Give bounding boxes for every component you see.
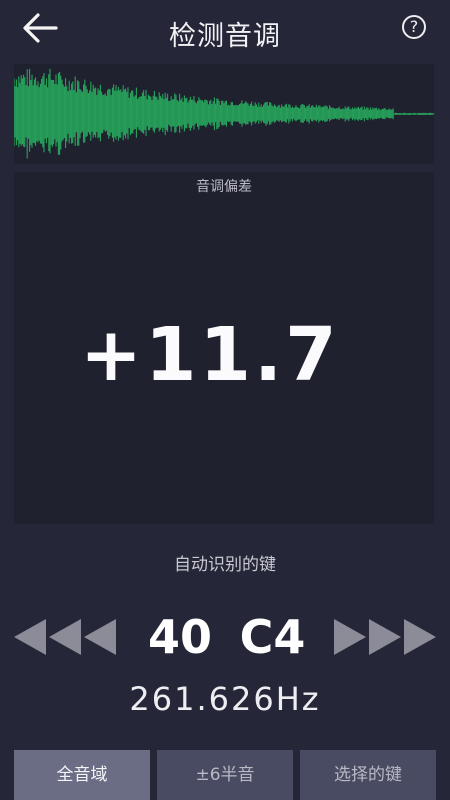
tab-full-range[interactable]: 全音域 — [14, 750, 150, 800]
header: 检测音调 ? — [0, 0, 450, 62]
pitch-deviation-value: +11.7 — [80, 312, 340, 398]
waveform-trace — [14, 68, 434, 159]
page-title: 检测音调 — [169, 21, 281, 52]
pitch-deviation-panel: 音调偏差 +11.7 — [14, 172, 434, 524]
range-mode-tabs: 全音域 ±6半音 选择的键 — [14, 750, 436, 800]
tab-selected-key[interactable]: 选择的键 — [300, 750, 436, 800]
previous-key-arrows-icon[interactable] — [14, 617, 116, 657]
next-key-arrows-icon[interactable] — [334, 617, 436, 657]
key-name: C4 — [239, 610, 306, 664]
tab-six-semitones[interactable]: ±6半音 — [157, 750, 293, 800]
help-icon[interactable]: ? — [402, 15, 426, 39]
pitch-deviation-label: 音调偏差 — [196, 179, 252, 195]
key-number: 40 — [147, 610, 212, 664]
auto-detected-key-label: 自动识别的键 — [174, 555, 276, 575]
key-frequency: 261.626Hz — [129, 680, 321, 718]
waveform-display — [14, 64, 434, 164]
